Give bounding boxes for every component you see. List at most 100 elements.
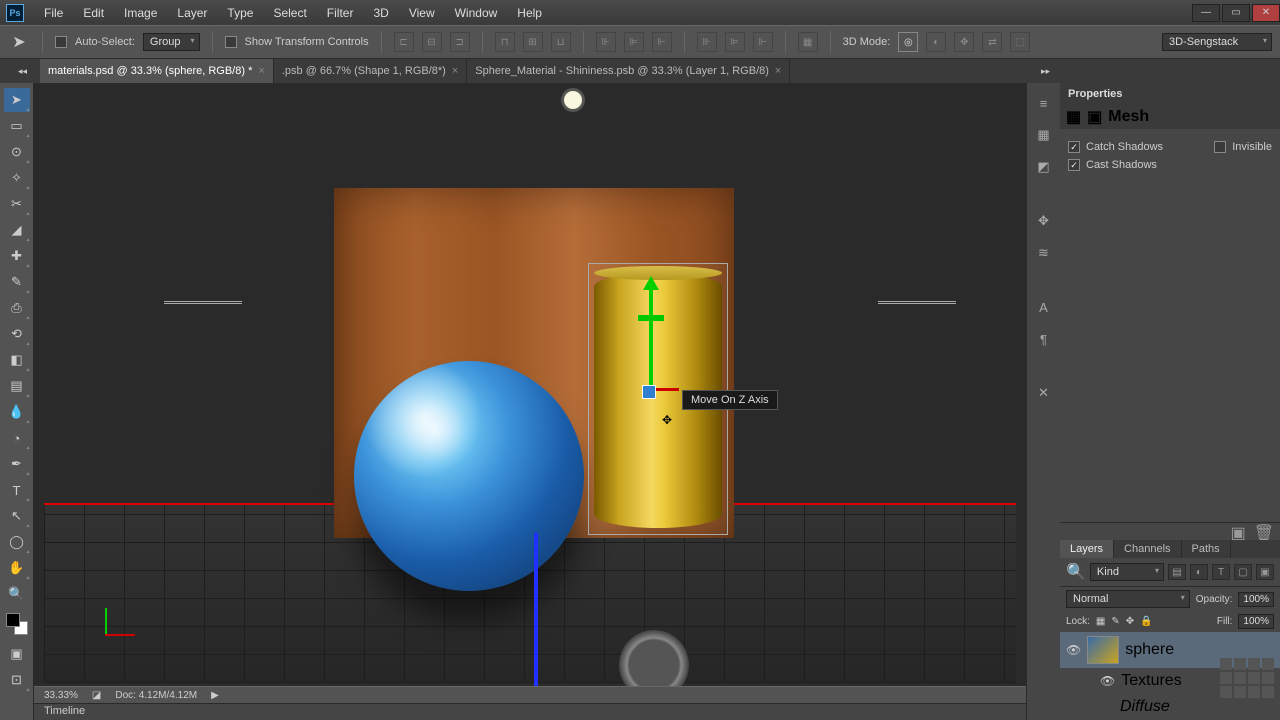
distribute-4-icon[interactable]: ⊪ xyxy=(697,32,717,52)
visibility-icon[interactable]: 👁 xyxy=(1100,674,1115,688)
menu-filter[interactable]: Filter xyxy=(317,2,364,24)
maximize-button[interactable]: ▭ xyxy=(1222,4,1250,22)
light-icon[interactable] xyxy=(564,91,582,109)
history-brush-tool[interactable]: ⟲ xyxy=(4,322,30,346)
eyedropper-tool[interactable]: ◢ xyxy=(4,218,30,242)
filter-pixel-icon[interactable]: ▤ xyxy=(1168,564,1186,580)
screenmode-tool[interactable]: ⊡ xyxy=(4,668,30,692)
type-tool[interactable]: T xyxy=(4,478,30,502)
trash-icon[interactable]: 🗑 xyxy=(1254,523,1274,540)
panel-icon-7[interactable]: ¶ xyxy=(1032,327,1056,351)
lasso-tool[interactable]: ⊙ xyxy=(4,140,30,164)
sphere-object[interactable] xyxy=(354,361,584,591)
workspace-dropdown[interactable]: 3D-Sengstack xyxy=(1162,33,1272,51)
panel-icon-1[interactable]: ≡ xyxy=(1032,91,1056,115)
y-axis-arrow[interactable] xyxy=(649,288,653,388)
close-button[interactable]: ✕ xyxy=(1252,4,1280,22)
cast-shadows-checkbox[interactable] xyxy=(1068,159,1080,171)
move-tool-icon[interactable]: ➤ xyxy=(8,31,30,53)
visibility-icon[interactable]: 👁 xyxy=(1066,643,1081,657)
align-right-icon[interactable]: ⊐ xyxy=(450,32,470,52)
distribute-2-icon[interactable]: ⊫ xyxy=(624,32,644,52)
move-tool[interactable]: ➤ xyxy=(4,88,30,112)
close-icon[interactable]: × xyxy=(775,65,781,77)
play-icon[interactable]: ▶ xyxy=(211,690,219,701)
layer-thumbnail[interactable] xyxy=(1087,636,1119,664)
brush-tool[interactable]: ✎ xyxy=(4,270,30,294)
slide-icon[interactable]: ⇄ xyxy=(982,32,1002,52)
pan-icon[interactable]: ✥ xyxy=(954,32,974,52)
align-center-v-icon[interactable]: ⊞ xyxy=(523,32,543,52)
filter-type-icon[interactable]: T xyxy=(1212,564,1230,580)
menu-file[interactable]: File xyxy=(34,2,73,24)
path-tool[interactable]: ↖ xyxy=(4,504,30,528)
distribute-3-icon[interactable]: ⊩ xyxy=(652,32,672,52)
properties-tab[interactable]: Properties xyxy=(1060,83,1280,105)
show-transform-checkbox[interactable] xyxy=(225,36,237,48)
y-plane-handle[interactable] xyxy=(638,315,664,321)
align-left-icon[interactable]: ⊏ xyxy=(394,32,414,52)
catch-shadows-checkbox[interactable] xyxy=(1068,141,1080,153)
status-icon[interactable]: ◪ xyxy=(92,690,101,701)
marquee-tool[interactable]: ▭ xyxy=(4,114,30,138)
invisible-checkbox[interactable] xyxy=(1214,141,1226,153)
pen-tool[interactable]: ✒ xyxy=(4,452,30,476)
scale-icon[interactable]: ⬚ xyxy=(1010,32,1030,52)
filter-smart-icon[interactable]: ▣ xyxy=(1256,564,1274,580)
auto-select-checkbox[interactable] xyxy=(55,36,67,48)
collapse-left-icon[interactable]: ◂◂ xyxy=(18,66,27,77)
layer-name[interactable]: sphere xyxy=(1125,641,1174,659)
color-swatches[interactable] xyxy=(6,613,28,635)
doc-tab-3[interactable]: Sphere_Material - Shininess.psb @ 33.3% … xyxy=(467,59,790,83)
orbit-icon[interactable]: ◎ xyxy=(898,32,918,52)
panel-icon-6[interactable]: A xyxy=(1032,295,1056,319)
panel-icon-8[interactable]: ✕ xyxy=(1032,381,1056,405)
panel-icon-5[interactable]: ≋ xyxy=(1032,241,1056,265)
menu-layer[interactable]: Layer xyxy=(167,2,217,24)
filter-shape-icon[interactable]: ▢ xyxy=(1234,564,1252,580)
close-icon[interactable]: × xyxy=(258,65,264,77)
arrange-icon[interactable]: ▦ xyxy=(798,32,818,52)
distribute-6-icon[interactable]: ⊩ xyxy=(753,32,773,52)
distribute-5-icon[interactable]: ⊫ xyxy=(725,32,745,52)
lock-all-icon[interactable]: 🔒 xyxy=(1140,616,1152,627)
doc-tab-1[interactable]: materials.psd @ 33.3% (sphere, RGB/8) *× xyxy=(40,59,274,83)
menu-3d[interactable]: 3D xyxy=(363,2,398,24)
channels-tab[interactable]: Channels xyxy=(1114,540,1181,558)
gradient-tool[interactable]: ▤ xyxy=(4,374,30,398)
kind-dropdown[interactable]: Kind xyxy=(1090,563,1164,581)
zoom-value[interactable]: 33.33% xyxy=(44,690,78,701)
menu-edit[interactable]: Edit xyxy=(73,2,114,24)
crop-tool[interactable]: ✂ xyxy=(4,192,30,216)
render-icon[interactable]: ▣ xyxy=(1231,523,1246,540)
opacity-field[interactable]: 100% xyxy=(1238,592,1274,607)
minimize-button[interactable]: — xyxy=(1192,4,1220,22)
wand-tool[interactable]: ✧ xyxy=(4,166,30,190)
timeline-panel[interactable]: Timeline xyxy=(34,703,1026,720)
blend-mode-dropdown[interactable]: Normal xyxy=(1066,590,1190,608)
filter-icon[interactable]: 🔍 xyxy=(1066,562,1086,582)
fill-field[interactable]: 100% xyxy=(1238,614,1274,629)
menu-select[interactable]: Select xyxy=(263,2,316,24)
lock-pos-icon[interactable]: ✥ xyxy=(1126,616,1134,627)
menu-type[interactable]: Type xyxy=(217,2,263,24)
menu-window[interactable]: Window xyxy=(445,2,508,24)
align-bottom-icon[interactable]: ⊔ xyxy=(551,32,571,52)
menu-help[interactable]: Help xyxy=(507,2,552,24)
lock-trans-icon[interactable]: ▦ xyxy=(1096,616,1105,627)
panel-icon-4[interactable]: ✥ xyxy=(1032,209,1056,233)
dodge-tool[interactable]: ◔ xyxy=(4,426,30,450)
shape-tool[interactable]: ◯ xyxy=(4,530,30,554)
collapse-right-icon[interactable]: ▸▸ xyxy=(1041,66,1050,77)
auto-select-dropdown[interactable]: Group xyxy=(143,33,200,51)
layers-tab[interactable]: Layers xyxy=(1060,540,1114,558)
menu-view[interactable]: View xyxy=(399,2,445,24)
close-icon[interactable]: × xyxy=(452,65,458,77)
distribute-1-icon[interactable]: ⊪ xyxy=(596,32,616,52)
heal-tool[interactable]: ✚ xyxy=(4,244,30,268)
axis-origin-handle[interactable] xyxy=(642,385,656,399)
align-center-h-icon[interactable]: ⊟ xyxy=(422,32,442,52)
eraser-tool[interactable]: ◧ xyxy=(4,348,30,372)
canvas[interactable]: Move On Z Axis ✥ 33.33% ◪ Doc: 4.12M/4.1… xyxy=(34,83,1026,720)
corner-resize-grip[interactable] xyxy=(1220,658,1274,698)
